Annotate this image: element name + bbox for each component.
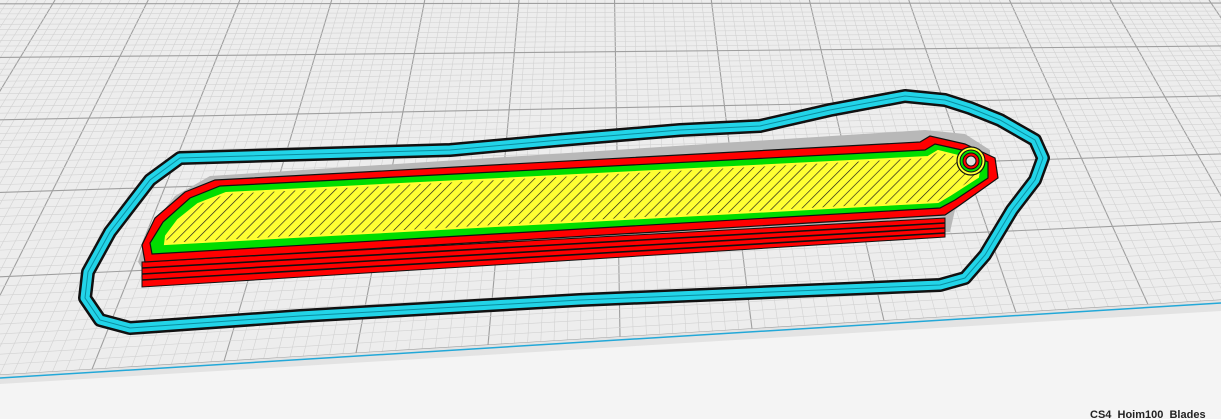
mounting-hole [956, 146, 986, 176]
model-filename: CS4_Hoim100_Blades [1090, 409, 1206, 419]
build-plate-scene[interactable] [0, 0, 1221, 419]
layer-view-viewport[interactable]: CS4_Hoim100_Blades [0, 0, 1221, 419]
grid-line [0, 2, 1221, 5]
